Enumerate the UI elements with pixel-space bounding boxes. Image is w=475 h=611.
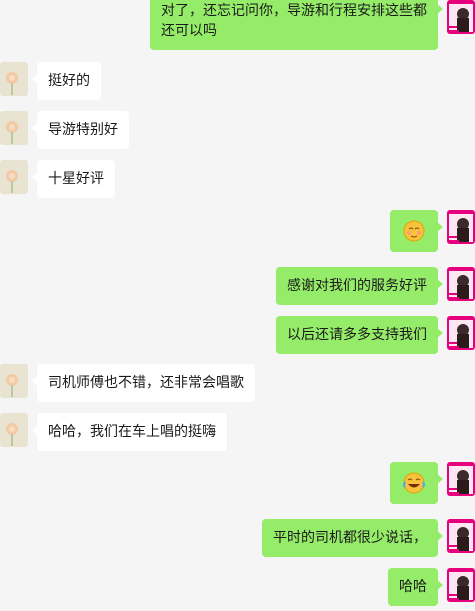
incoming-message-bubble[interactable]: 哈哈，我们在车上唱的挺嗨	[32, 413, 227, 451]
incoming-message-bubble[interactable]: 司机师傅也不错，还非常会唱歌	[32, 364, 255, 402]
chat-window: 对了，还忘记问你，导游和行程安排这些都还可以吗 挺好的 导游特别好 十星好评 感…	[0, 0, 475, 611]
incoming-message-bubble[interactable]: 导游特别好	[32, 111, 129, 149]
outgoing-avatar[interactable]	[447, 316, 475, 350]
incoming-avatar[interactable]	[0, 413, 28, 447]
flower-avatar-image	[0, 111, 28, 145]
outgoing-message-bubble[interactable]: 感谢对我们的服务好评	[276, 267, 443, 305]
laughing-tears-emoji-icon	[403, 472, 425, 494]
message-text: 对了，还忘记问你，导游和行程安排这些都还可以吗	[161, 3, 427, 39]
flower-avatar-image	[0, 62, 28, 96]
outgoing-avatar-image	[447, 519, 475, 553]
message-text: 平时的司机都很少说话，	[273, 530, 427, 546]
outgoing-avatar-image	[447, 462, 475, 496]
incoming-avatar[interactable]	[0, 111, 28, 145]
message-text: 十星好评	[48, 171, 104, 187]
message-text: 哈哈，我们在车上唱的挺嗨	[48, 424, 216, 440]
incoming-avatar[interactable]	[0, 62, 28, 96]
message-text: 导游特别好	[48, 122, 118, 138]
incoming-avatar[interactable]	[0, 160, 28, 194]
outgoing-message-bubble[interactable]: 对了，还忘记问你，导游和行程安排这些都还可以吗	[150, 0, 443, 50]
outgoing-message-bubble[interactable]: 以后还请多多支持我们	[276, 316, 443, 354]
outgoing-avatar-image	[447, 0, 475, 34]
message-text: 感谢对我们的服务好评	[287, 278, 427, 294]
shy-face-emoji-icon	[403, 220, 425, 242]
outgoing-avatar-image	[447, 316, 475, 350]
outgoing-avatar[interactable]	[447, 519, 475, 553]
message-text: 哈哈	[399, 579, 427, 595]
outgoing-emoji-bubble[interactable]	[390, 210, 443, 252]
incoming-avatar[interactable]	[0, 364, 28, 398]
flower-avatar-image	[0, 364, 28, 398]
outgoing-message-bubble[interactable]: 平时的司机都很少说话，	[262, 519, 443, 557]
incoming-message-bubble[interactable]: 十星好评	[32, 160, 115, 198]
outgoing-message-bubble[interactable]: 哈哈	[388, 568, 443, 606]
outgoing-emoji-bubble[interactable]	[390, 462, 443, 504]
outgoing-avatar[interactable]	[447, 462, 475, 496]
incoming-message-bubble[interactable]: 挺好的	[32, 62, 101, 100]
outgoing-avatar[interactable]	[447, 0, 475, 34]
message-text: 以后还请多多支持我们	[287, 327, 427, 343]
outgoing-avatar-image	[447, 568, 475, 602]
outgoing-avatar[interactable]	[447, 267, 475, 301]
outgoing-avatar[interactable]	[447, 568, 475, 602]
outgoing-avatar-image	[447, 267, 475, 301]
message-text: 司机师傅也不错，还非常会唱歌	[48, 375, 244, 391]
outgoing-avatar[interactable]	[447, 210, 475, 244]
flower-avatar-image	[0, 160, 28, 194]
flower-avatar-image	[0, 413, 28, 447]
outgoing-avatar-image	[447, 210, 475, 244]
message-text: 挺好的	[48, 73, 90, 89]
